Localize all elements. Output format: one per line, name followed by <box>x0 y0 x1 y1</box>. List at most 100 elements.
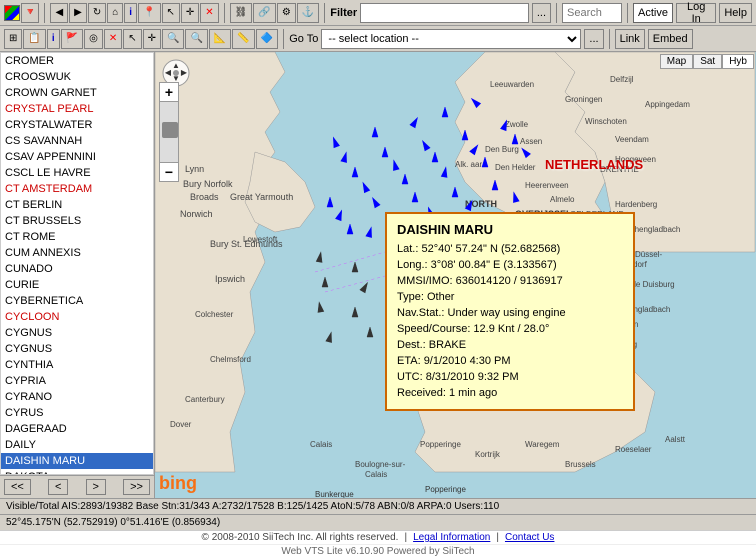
vessel-info-type: Type: Other <box>397 289 623 305</box>
vessel-list-item[interactable]: CS SAVANNAH <box>1 133 153 149</box>
tb2-icons: ⊞ 📋 i 🚩 ◎ ✕ ↖ ✛ 🔍 🔍 📐 📏 🔷 <box>4 29 278 49</box>
vessel-list-item[interactable]: CYCLOON <box>1 309 153 325</box>
login-button[interactable]: Log In <box>676 3 716 23</box>
map-area[interactable]: Lynn Bury Norfolk Broads Norwich Great Y… <box>155 52 756 498</box>
svg-text:Lowestoft: Lowestoft <box>243 235 278 244</box>
map-tab-map[interactable]: Map <box>660 54 693 69</box>
nav-next-btn[interactable]: > <box>86 479 106 495</box>
zoom-out-btn[interactable]: − <box>159 162 179 182</box>
vessel-list-item[interactable]: CYGNUS <box>1 325 153 341</box>
filter-input[interactable] <box>360 3 529 23</box>
svg-text:Canterbury: Canterbury <box>185 395 225 404</box>
vessel-list-item[interactable]: CROWN GARNET <box>1 85 153 101</box>
vessel-list-item[interactable]: CSAV APPENNINI <box>1 149 153 165</box>
nav-prev-btn[interactable]: < <box>48 479 68 495</box>
vessel-list-item[interactable]: DAGERAAD <box>1 421 153 437</box>
chain2-icon[interactable]: 🔗 <box>253 3 275 23</box>
tb2-icon7[interactable]: ↖ <box>123 29 141 49</box>
back-icon[interactable]: ◀ <box>50 3 68 23</box>
svg-text:Delfzijl: Delfzijl <box>610 75 634 84</box>
filter-options-btn[interactable]: ... <box>532 3 551 23</box>
tb2-icon9[interactable]: 🔍 <box>162 29 184 49</box>
vessel-list-item[interactable]: CSCL LE HAVRE <box>1 165 153 181</box>
nav-first-btn[interactable]: << <box>4 479 31 495</box>
vessel-list-item[interactable]: CURIE <box>1 277 153 293</box>
vessel-list-item[interactable]: DAISHIN MARU <box>1 453 153 469</box>
vessel-list-item[interactable]: DAILY <box>1 437 153 453</box>
tb2-icon4[interactable]: 🚩 <box>61 29 83 49</box>
refresh-icon[interactable]: ↻ <box>88 3 106 23</box>
goto-label: Go To <box>289 33 318 45</box>
location-select[interactable]: -- select location -- <box>321 29 581 49</box>
anchor-icon[interactable]: ⚓ <box>297 3 319 23</box>
vessel-list-item[interactable]: CROMER <box>1 53 153 69</box>
svg-text:Appingedam: Appingedam <box>645 100 690 109</box>
home-icon[interactable]: ⌂ <box>107 3 123 23</box>
tb2-icon6[interactable]: ✕ <box>104 29 122 49</box>
legal-info-link[interactable]: Legal Information <box>413 532 490 543</box>
forward-icon[interactable]: ▶ <box>69 3 87 23</box>
tb2-icon1[interactable]: ⊞ <box>4 29 22 49</box>
vessel-list-item[interactable]: CYRUS <box>1 405 153 421</box>
pin-icon[interactable]: 📍 <box>138 3 160 23</box>
vessel-sidebar: CROMERCROOSWUKCROWN GARNETCRYSTAL PEARLC… <box>0 52 155 498</box>
vessel-list-item[interactable]: CT AMSTERDAM <box>1 181 153 197</box>
map-type-tabs: Map Sat Hyb <box>660 54 754 69</box>
svg-text:Assen: Assen <box>520 137 542 146</box>
active-button[interactable]: Active <box>633 3 673 23</box>
vessel-list-item[interactable]: CT BRUSSELS <box>1 213 153 229</box>
copyright-text: © 2008-2010 SiiTech Inc. All rights rese… <box>202 532 399 543</box>
chain-icon[interactable]: ⛓ <box>230 3 253 23</box>
svg-text:Waregem: Waregem <box>525 440 560 449</box>
tb2-icon2[interactable]: 📋 <box>23 29 45 49</box>
embed-button[interactable]: Embed <box>648 29 693 49</box>
svg-text:Bury St. Edmunds: Bury St. Edmunds <box>210 239 283 249</box>
vessel-info-name: DAISHIN MARU <box>397 222 623 237</box>
vessel-list[interactable]: CROMERCROOSWUKCROWN GARNETCRYSTAL PEARLC… <box>0 52 154 475</box>
vessel-list-item[interactable]: CRYSTAL PEARL <box>1 101 153 117</box>
bing-logo: bing <box>159 473 197 494</box>
vessel-list-item[interactable]: CYPRIA <box>1 373 153 389</box>
separator1 <box>44 3 45 23</box>
nav-last-btn[interactable]: >> <box>123 479 150 495</box>
svg-text:Den Burg: Den Burg <box>485 145 519 154</box>
cursor-icon[interactable]: ↖ <box>162 3 180 23</box>
map-tab-satellite[interactable]: Sat <box>693 54 722 69</box>
vessel-list-item[interactable]: CYBERNETICA <box>1 293 153 309</box>
help-button[interactable]: Help <box>719 3 752 23</box>
tb2-icon11[interactable]: 📐 <box>209 29 231 49</box>
vessel-info-mmsi: MMSI/IMO: 636014120 / 9136917 <box>397 273 623 289</box>
vessel-list-item[interactable]: CYNTHIA <box>1 357 153 373</box>
tb2-icon8[interactable]: ✛ <box>143 29 161 49</box>
vessel-list-item[interactable]: CROOSWUK <box>1 69 153 85</box>
tb2-icon13[interactable]: 🔷 <box>256 29 278 49</box>
tb2-icon12[interactable]: 📏 <box>232 29 254 49</box>
vessel-list-item[interactable]: CRYSTALWATER <box>1 117 153 133</box>
svg-text:Dover: Dover <box>170 420 192 429</box>
vessel-list-item[interactable]: CT ROME <box>1 229 153 245</box>
search-input[interactable] <box>562 3 622 23</box>
settings-icon[interactable]: ⚙ <box>277 3 296 23</box>
tb2-icon3[interactable]: i <box>47 29 60 49</box>
tb2-icon10[interactable]: 🔍 <box>185 29 207 49</box>
vessel-list-item[interactable]: CYGNUS <box>1 341 153 357</box>
map-tab-hybrid[interactable]: Hyb <box>722 54 754 69</box>
vessel-list-item[interactable]: CUNADO <box>1 261 153 277</box>
zoom-slider-thumb[interactable] <box>162 122 178 138</box>
toolbar-icon-btn[interactable]: 🔻 <box>21 3 39 23</box>
vessel-list-item[interactable]: CT BERLIN <box>1 197 153 213</box>
link-button[interactable]: Link <box>615 29 645 49</box>
vessel-list-item[interactable]: CYRANO <box>1 389 153 405</box>
location-options-btn[interactable]: ... <box>584 29 603 49</box>
vessel-list-item[interactable]: CUM ANNEXIS <box>1 245 153 261</box>
contact-us-link[interactable]: Contact Us <box>505 532 554 543</box>
tb2-icon5[interactable]: ◎ <box>84 29 103 49</box>
cross-icon[interactable]: ✕ <box>200 3 218 23</box>
svg-text:Calais: Calais <box>310 440 332 449</box>
zoom-in-btn[interactable]: + <box>159 82 179 102</box>
select-icon[interactable]: ✛ <box>181 3 199 23</box>
version-text: Web VTS Lite v6.10.90 <box>281 546 384 557</box>
info-icon[interactable]: i <box>124 3 137 23</box>
svg-text:Groningen: Groningen <box>565 95 602 104</box>
svg-text:Brussels: Brussels <box>565 460 596 469</box>
